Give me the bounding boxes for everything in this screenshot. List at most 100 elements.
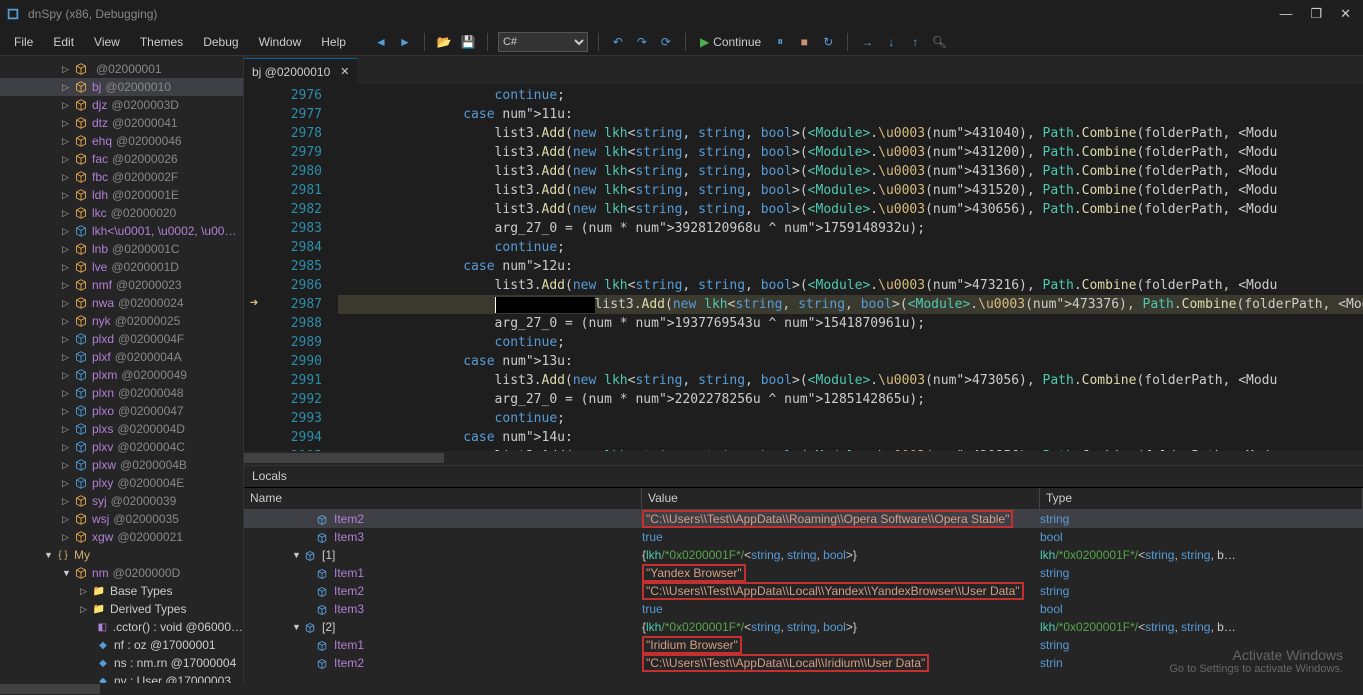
menu-themes[interactable]: Themes	[130, 35, 193, 49]
tree-node-wsj[interactable]: ▷wsj @02000035	[0, 510, 243, 528]
code-line[interactable]: case num">13u:	[338, 352, 1363, 371]
menu-file[interactable]: File	[4, 35, 43, 49]
tree-node-syj[interactable]: ▷syj @02000039	[0, 492, 243, 510]
close-button[interactable]: ✕	[1340, 6, 1351, 22]
menu-window[interactable]: Window	[249, 35, 312, 49]
continue-button[interactable]: ▶Continue	[696, 35, 765, 49]
statusbar-scroll[interactable]	[0, 683, 1363, 695]
code-line[interactable]: list3.Add(new lkh<string, string, bool>(…	[338, 276, 1363, 295]
tree-folder-derived-types[interactable]: ▷📁Derived Types	[0, 600, 243, 618]
code-line[interactable]: continue;	[338, 238, 1363, 257]
tree-node-nm[interactable]: ▼nm @0200000D	[0, 564, 243, 582]
tree-node-lve[interactable]: ▷lve @0200001D	[0, 258, 243, 276]
locals-row[interactable]: Item1"Yandex Browser"string	[244, 564, 1363, 582]
code-line[interactable]: arg_27_0 = (num * num">2202278256u ^ num…	[338, 390, 1363, 409]
tree-member[interactable]: ◧.cctor() : void @06000…	[0, 618, 243, 636]
close-tab-icon[interactable]: ✕	[340, 65, 349, 78]
save-icon[interactable]: 💾	[459, 33, 477, 51]
editor-tab[interactable]: bj @02000010 ✕	[244, 58, 357, 84]
menu-edit[interactable]: Edit	[43, 35, 84, 49]
tree-node-plxy[interactable]: ▷plxy @0200004E	[0, 474, 243, 492]
code-line[interactable]: case num">11u:	[338, 105, 1363, 124]
code-line[interactable]: continue;	[338, 86, 1363, 105]
menu-help[interactable]: Help	[311, 35, 356, 49]
code-line[interactable]: arg_27_0 = (num * num">1937769543u ^ num…	[338, 314, 1363, 333]
tree-member[interactable]: ◆nv : User @17000003	[0, 672, 243, 683]
restart-icon[interactable]: ↻	[819, 33, 837, 51]
tree-node-plxv[interactable]: ▷plxv @0200004C	[0, 438, 243, 456]
folder-icon: 📁	[92, 584, 106, 598]
menu-debug[interactable]: Debug	[193, 35, 248, 49]
tree-node-plxs[interactable]: ▷plxs @0200004D	[0, 420, 243, 438]
interface-icon	[74, 440, 88, 454]
tree-node-plxd[interactable]: ▷plxd @0200004F	[0, 330, 243, 348]
tree-node-ldh[interactable]: ▷ldh @0200001E	[0, 186, 243, 204]
tree-node-dtz[interactable]: ▷dtz @02000041	[0, 114, 243, 132]
code-line[interactable]: continue;	[338, 409, 1363, 428]
locals-row[interactable]: Item2"C:\\Users\\Test\\AppData\\Roaming\…	[244, 510, 1363, 528]
menu-view[interactable]: View	[84, 35, 130, 49]
tree-node-plxw[interactable]: ▷plxw @0200004B	[0, 456, 243, 474]
tree-node-ehq[interactable]: ▷ehq @02000046	[0, 132, 243, 150]
code-editor[interactable]: ➜ 29762977297829792980298129822983298429…	[244, 84, 1363, 451]
assembly-explorer[interactable]: ▷ @02000001▷bj @02000010▷djz @0200003D▷d…	[0, 56, 244, 683]
code-line[interactable]: list3.Add(new lkh<string, string, bool>(…	[338, 162, 1363, 181]
minimize-button[interactable]: —	[1279, 6, 1292, 22]
search-icon[interactable]: 🔍︎	[930, 33, 948, 51]
locals-row[interactable]: Item2"C:\\Users\\Test\\AppData\\Local\\I…	[244, 654, 1363, 672]
tree-node-nwa[interactable]: ▷nwa @02000024	[0, 294, 243, 312]
stop-icon[interactable]: ■	[795, 33, 813, 51]
tree-node-fac[interactable]: ▷fac @02000026	[0, 150, 243, 168]
pause-icon[interactable]: ⏸	[771, 33, 789, 51]
tree-member[interactable]: ◆nf : oz @17000001	[0, 636, 243, 654]
tree-node-lkhu0001u0002u00[interactable]: ▷lkh<\u0001, \u0002, \u00…	[0, 222, 243, 240]
tree-folder-base-types[interactable]: ▷📁Base Types	[0, 582, 243, 600]
code-line[interactable]: case num">14u:	[338, 428, 1363, 447]
tree-node-plxm[interactable]: ▷plxm @02000049	[0, 366, 243, 384]
code-line[interactable]: arg_27_0 = (num * num">3928120968u ^ num…	[338, 219, 1363, 238]
maximize-button[interactable]: ❐	[1310, 6, 1322, 22]
tree-node-fbc[interactable]: ▷fbc @0200002F	[0, 168, 243, 186]
redo-icon[interactable]: ↷	[633, 33, 651, 51]
locals-row[interactable]: Item3truebool	[244, 528, 1363, 546]
tree-node-plxo[interactable]: ▷plxo @02000047	[0, 402, 243, 420]
tree-member[interactable]: ◆ns : nm.rn @17000004	[0, 654, 243, 672]
tree-node-nmf[interactable]: ▷nmf @02000023	[0, 276, 243, 294]
tree-node-lkc[interactable]: ▷lkc @02000020	[0, 204, 243, 222]
code-line[interactable]: case num">12u:	[338, 257, 1363, 276]
locals-row[interactable]: Item3truebool	[244, 600, 1363, 618]
tree-node-xgw[interactable]: ▷xgw @02000021	[0, 528, 243, 546]
code-line[interactable]: list3.Add(new lkh<string, string, bool>(…	[338, 295, 1363, 314]
locals-row[interactable]: ▼[1]{lkh/*0x0200001F*/<string, string, b…	[244, 546, 1363, 564]
code-line[interactable]: list3.Add(new lkh<string, string, bool>(…	[338, 371, 1363, 390]
code-line[interactable]: list3.Add(new lkh<string, string, bool>(…	[338, 200, 1363, 219]
tree-node-plxn[interactable]: ▷plxn @02000048	[0, 384, 243, 402]
code-line[interactable]: continue;	[338, 333, 1363, 352]
locals-row[interactable]: ▼[2]{lkh/*0x0200001F*/<string, string, b…	[244, 618, 1363, 636]
tree-node-Module[interactable]: ▷ @02000001	[0, 60, 243, 78]
step-over-icon[interactable]: →	[858, 33, 876, 51]
code-line[interactable]: list3.Add(new lkh<string, string, bool>(…	[338, 124, 1363, 143]
undo-icon[interactable]: ↶	[609, 33, 627, 51]
refresh-icon[interactable]: ⟳	[657, 33, 675, 51]
editor-horizontal-scrollbar[interactable]	[244, 451, 1363, 465]
code-line[interactable]: list3.Add(new lkh<string, string, bool>(…	[338, 181, 1363, 200]
locals-row[interactable]: Item2"C:\\Users\\Test\\AppData\\Local\\Y…	[244, 582, 1363, 600]
tree-node-lnb[interactable]: ▷lnb @0200001C	[0, 240, 243, 258]
tree-node-bj[interactable]: ▷bj @02000010	[0, 78, 243, 96]
property-icon	[316, 586, 330, 596]
language-select[interactable]: C#	[498, 32, 588, 52]
class-icon	[74, 278, 88, 292]
tree-node-nyk[interactable]: ▷nyk @02000025	[0, 312, 243, 330]
tree-node-djz[interactable]: ▷djz @0200003D	[0, 96, 243, 114]
step-into-icon[interactable]: ↓	[882, 33, 900, 51]
nav-back-icon[interactable]: ◄	[372, 33, 390, 51]
nav-forward-icon[interactable]: ►	[396, 33, 414, 51]
highlighted-value: "C:\\Users\\Test\\AppData\\Roaming\\Oper…	[642, 510, 1013, 528]
tree-namespace-my[interactable]: ▼{ }My	[0, 546, 243, 564]
code-line[interactable]: list3.Add(new lkh<string, string, bool>(…	[338, 143, 1363, 162]
step-out-icon[interactable]: ↑	[906, 33, 924, 51]
locals-row[interactable]: Item1"Iridium Browser"string	[244, 636, 1363, 654]
tree-node-plxf[interactable]: ▷plxf @0200004A	[0, 348, 243, 366]
open-icon[interactable]: 📂	[435, 33, 453, 51]
